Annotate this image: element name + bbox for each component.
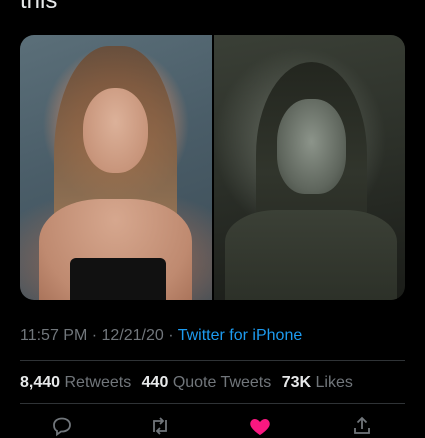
share-icon (350, 414, 374, 438)
tweet-source-link[interactable]: Twitter for iPhone (178, 327, 303, 344)
tweet-photo-right[interactable] (213, 35, 405, 300)
retweet-icon (148, 414, 172, 438)
quote-tweets-stat[interactable]: 440 Quote Tweets (142, 374, 272, 391)
photo-mask-shape (276, 98, 346, 194)
tweet-meta: 11:57 PM · 12/21/20 · Twitter for iPhone (20, 326, 302, 346)
likes-count: 73K (281, 374, 312, 391)
retweets-label: Retweets (64, 374, 132, 391)
likes-label: Likes (315, 374, 353, 391)
retweets-count: 8,440 (20, 374, 61, 391)
quote-tweets-count: 440 (141, 374, 169, 391)
likes-stat[interactable]: 73K Likes (282, 374, 353, 391)
share-button[interactable] (350, 414, 374, 438)
tweet-text: this (20, 0, 58, 14)
retweets-stat[interactable]: 8,440 Retweets (20, 374, 131, 391)
divider (20, 360, 405, 361)
reply-icon (50, 414, 74, 438)
tweet-photo-left[interactable] (20, 35, 212, 300)
divider (20, 403, 405, 404)
photo-face-shape (83, 88, 149, 173)
meta-separator: · (87, 327, 102, 344)
tweet-time: 11:57 PM (20, 327, 88, 344)
photo-clothing-shape (69, 257, 166, 300)
tweet-stats: 8,440 Retweets 440 Quote Tweets 73K Like… (20, 373, 359, 393)
photo-armor-shape (224, 209, 398, 300)
tweet-date: 12/21/20 (101, 327, 164, 344)
tweet-media-grid (20, 35, 405, 300)
meta-separator: · (163, 327, 178, 344)
quote-tweets-label: Quote Tweets (172, 374, 272, 391)
like-button[interactable] (248, 414, 272, 438)
tweet-actions-bar (20, 414, 405, 438)
reply-button[interactable] (50, 414, 74, 438)
retweet-button[interactable] (148, 414, 172, 438)
like-icon (248, 414, 272, 438)
